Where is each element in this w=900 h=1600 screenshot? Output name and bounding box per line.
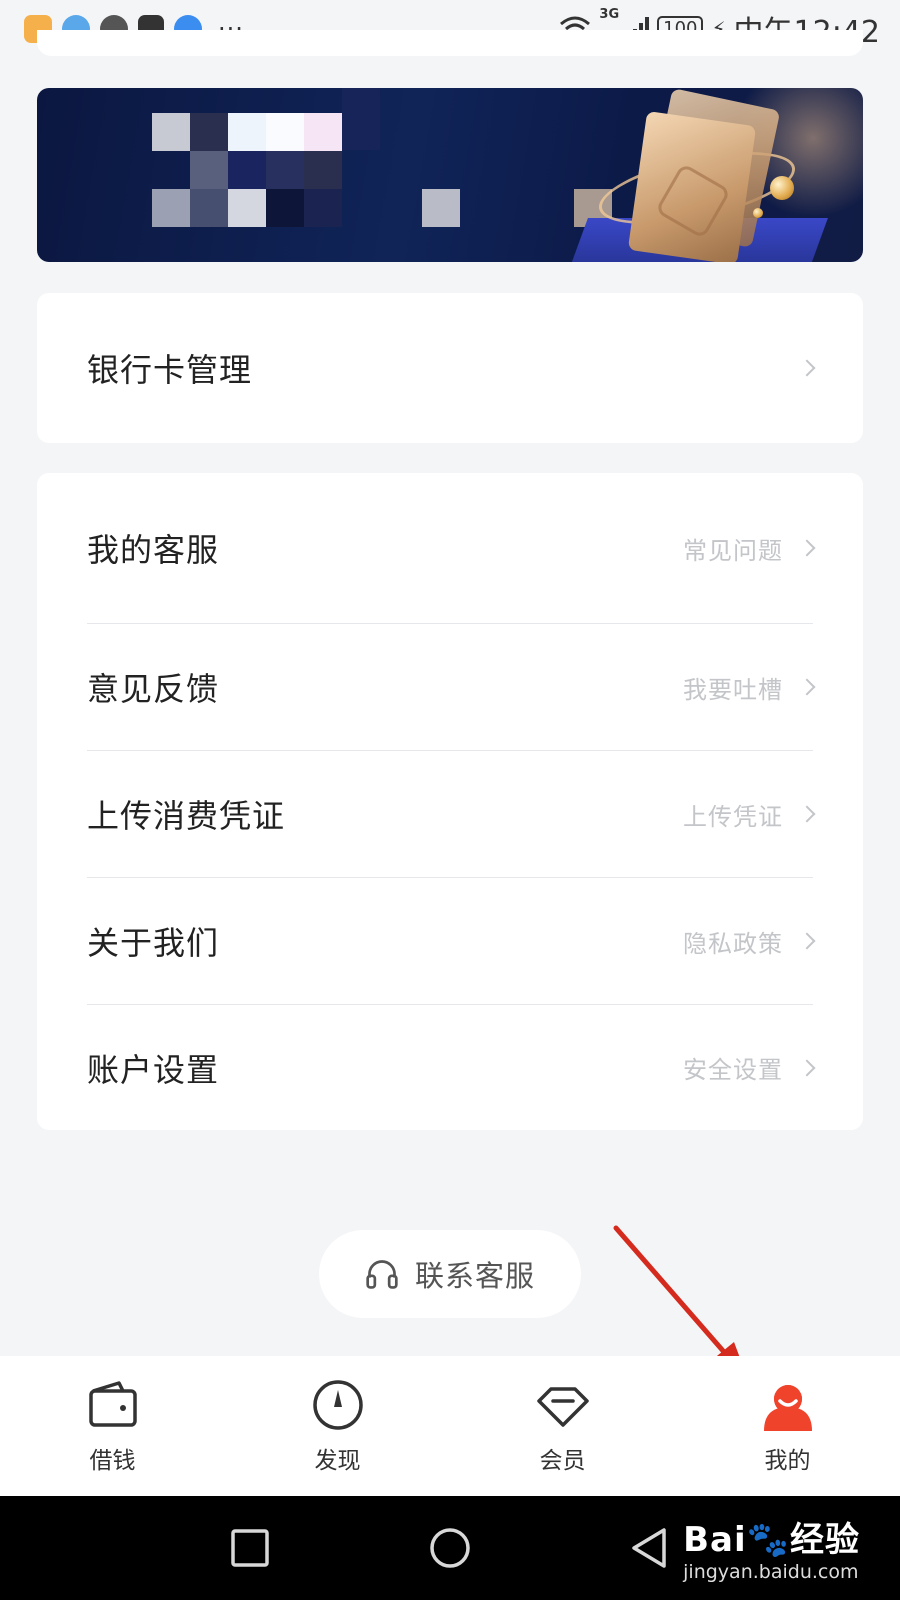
recent-apps-button[interactable] bbox=[230, 1528, 270, 1568]
mosaic-block bbox=[266, 113, 304, 151]
bottom-tab-bar: 借钱 发现 会员 我的 bbox=[0, 1356, 900, 1496]
home-button[interactable] bbox=[428, 1526, 472, 1570]
tab-mine[interactable]: 我的 bbox=[675, 1356, 900, 1496]
tab-label: 我的 bbox=[764, 1448, 811, 1474]
bank-card-label: 银行卡管理 bbox=[87, 351, 253, 389]
top-card-edge bbox=[37, 30, 863, 56]
menu-item-feedback[interactable]: 意见反馈 我要吐槽 bbox=[37, 624, 863, 750]
chevron-right-icon bbox=[798, 1059, 816, 1076]
mosaic-block bbox=[228, 113, 266, 151]
mosaic-block bbox=[266, 151, 304, 189]
tab-label: 借钱 bbox=[89, 1448, 136, 1474]
mosaic-block bbox=[190, 151, 228, 189]
profile-icon bbox=[763, 1385, 812, 1431]
menu-item-title: 关于我们 bbox=[87, 924, 220, 962]
tab-discover[interactable]: 发现 bbox=[225, 1356, 450, 1496]
menu-item-subtitle: 常见问题 bbox=[683, 536, 783, 565]
menu-item-title: 我的客服 bbox=[87, 531, 220, 569]
promo-banner[interactable] bbox=[37, 88, 863, 262]
banner-ball-small bbox=[753, 208, 763, 218]
chevron-right-icon bbox=[798, 539, 816, 557]
contact-service-label: 联系客服 bbox=[414, 1259, 535, 1293]
mosaic-block bbox=[152, 189, 190, 227]
diamond-icon bbox=[536, 1387, 589, 1427]
chevron-right-icon bbox=[798, 932, 816, 950]
baidu-watermark: Bai🐾经验 jingyan.baidu.com bbox=[683, 1512, 860, 1583]
menu-item-about-us[interactable]: 关于我们 隐私政策 bbox=[37, 878, 863, 1004]
mosaic-block bbox=[228, 189, 266, 227]
contact-service-button[interactable]: 联系客服 bbox=[319, 1230, 581, 1318]
bank-card-panel: 银行卡管理 bbox=[37, 293, 863, 443]
compass-icon bbox=[312, 1380, 363, 1430]
watermark-brand-suffix: 经验 bbox=[790, 1520, 860, 1560]
mosaic-block bbox=[228, 151, 266, 189]
bank-card-row[interactable]: 银行卡管理 bbox=[37, 293, 863, 443]
menu-item-subtitle: 我要吐槽 bbox=[683, 675, 783, 704]
menu-item-upload-receipt[interactable]: 上传消费凭证 上传凭证 bbox=[37, 751, 863, 877]
tab-label: 发现 bbox=[314, 1448, 361, 1474]
system-nav-bar: Bai🐾经验 jingyan.baidu.com bbox=[0, 1496, 900, 1600]
mosaic-block bbox=[342, 88, 380, 150]
menu-item-customer-service[interactable]: 我的客服 常见问题 bbox=[37, 473, 863, 623]
mosaic-block bbox=[304, 113, 342, 151]
mosaic-block bbox=[304, 189, 342, 227]
network-type: 3G bbox=[599, 7, 620, 22]
tab-label: 会员 bbox=[539, 1448, 586, 1474]
chevron-right-icon bbox=[798, 805, 816, 823]
menu-item-account-settings[interactable]: 账户设置 安全设置 bbox=[37, 1005, 863, 1130]
menu-item-subtitle: 隐私政策 bbox=[683, 929, 783, 958]
mosaic-block bbox=[266, 189, 304, 227]
headset-icon bbox=[366, 1260, 398, 1289]
back-button[interactable] bbox=[628, 1526, 670, 1570]
tab-borrow[interactable]: 借钱 bbox=[0, 1356, 225, 1496]
tab-member[interactable]: 会员 bbox=[450, 1356, 675, 1496]
paw-icon: 🐾 bbox=[746, 1520, 790, 1560]
mosaic-block bbox=[152, 113, 190, 151]
menu-item-title: 账户设置 bbox=[87, 1050, 220, 1089]
mosaic-block bbox=[422, 189, 460, 227]
mosaic-block bbox=[190, 189, 228, 227]
menu-item-subtitle: 安全设置 bbox=[683, 1056, 783, 1084]
mosaic-block bbox=[190, 113, 228, 151]
mosaic-block bbox=[304, 151, 342, 189]
watermark-brand-text: Bai bbox=[683, 1520, 747, 1560]
watermark-url: jingyan.baidu.com bbox=[683, 1561, 859, 1583]
watermark-brand: Bai🐾经验 bbox=[683, 1512, 860, 1561]
menu-item-subtitle: 上传凭证 bbox=[683, 802, 783, 831]
menu-panel: 我的客服 常见问题 意见反馈 我要吐槽 上传消费凭证 上传凭证 关于我们 隐私政… bbox=[37, 473, 863, 1130]
wallet-icon bbox=[88, 1381, 137, 1427]
banner-ball bbox=[770, 176, 794, 200]
chevron-right-icon bbox=[798, 359, 816, 377]
menu-item-title: 意见反馈 bbox=[87, 670, 220, 708]
menu-item-title: 上传消费凭证 bbox=[87, 797, 286, 835]
chevron-right-icon bbox=[798, 678, 816, 696]
